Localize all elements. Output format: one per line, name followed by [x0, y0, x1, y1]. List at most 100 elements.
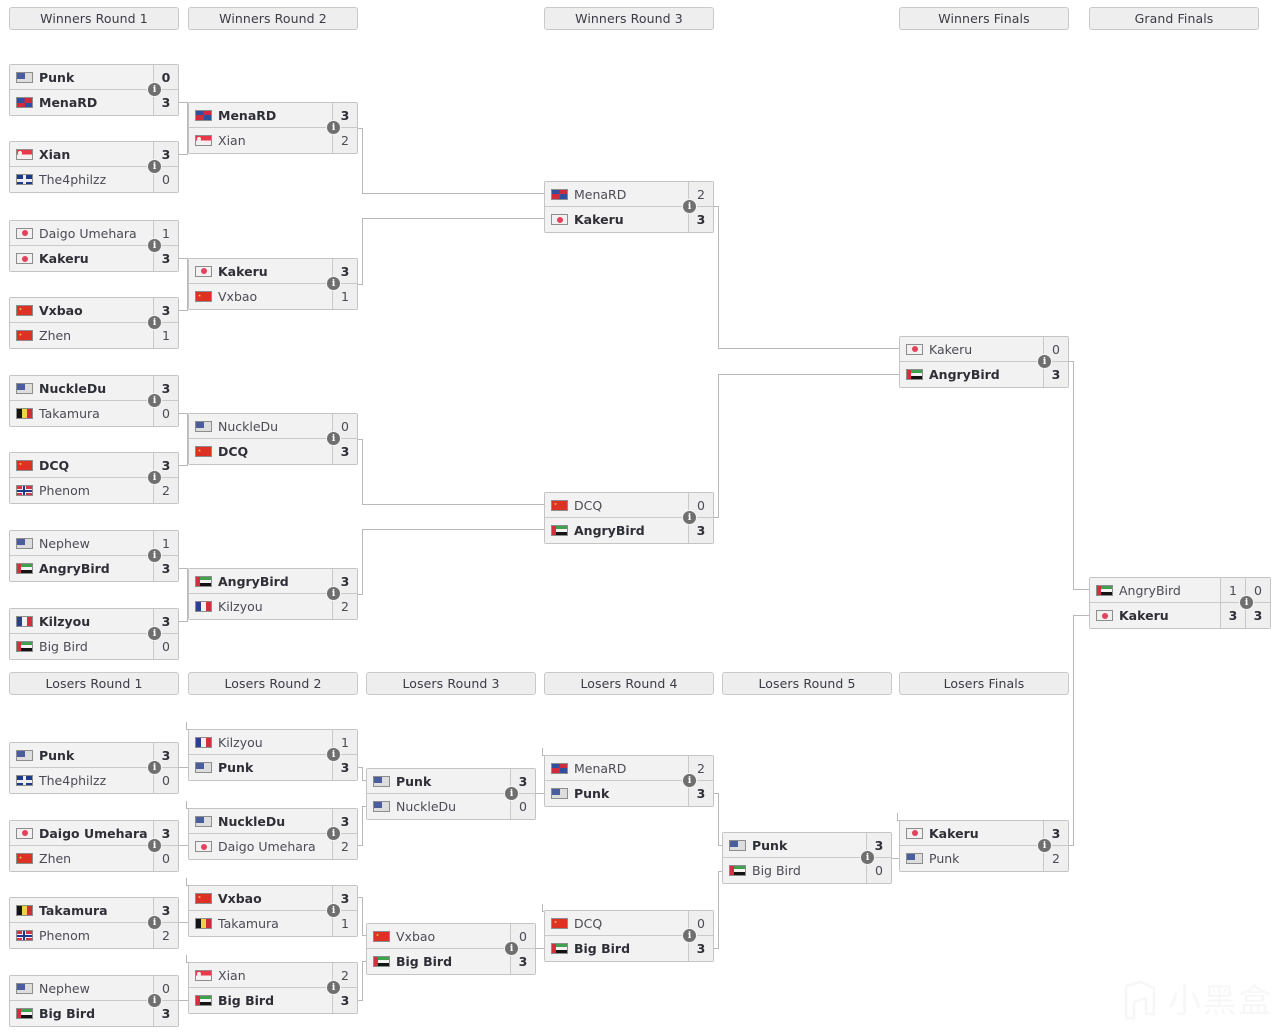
match-lr1-m2[interactable]: Daigo Umehara 3 Zhen 0 i — [9, 820, 179, 872]
match-wr1-m4[interactable]: Vxbao 3 Zhen 1 i — [9, 297, 179, 349]
player-name: DCQ — [218, 444, 249, 459]
player-name-cell: AngryBird — [10, 561, 153, 576]
info-icon[interactable]: i — [148, 761, 161, 774]
info-icon[interactable]: i — [683, 200, 696, 213]
match-lr1-m3[interactable]: Takamura 3 Phenom 2 i — [9, 897, 179, 949]
info-icon[interactable]: i — [327, 748, 340, 761]
match-wr2-m3[interactable]: NuckleDu 0 DCQ 3 i — [188, 413, 358, 465]
player-name-cell: AngryBird — [545, 523, 688, 538]
connector — [178, 465, 188, 466]
info-icon[interactable]: i — [148, 627, 161, 640]
match-wr1-m2[interactable]: Xian 3 The4philzz 0 i — [9, 141, 179, 193]
match-lr1-m1[interactable]: Punk 3 The4philzz 0 i — [9, 742, 179, 794]
round-header-label: Grand Finals — [1134, 11, 1214, 26]
info-icon[interactable]: i — [148, 160, 161, 173]
player-name-cell: Daigo Umehara — [10, 826, 153, 841]
player-name-cell: Vxbao — [10, 303, 153, 318]
player-name: Takamura — [218, 916, 279, 931]
round-header-winners-round-3[interactable]: Winners Round 3 — [544, 7, 714, 30]
match-lr5-m1[interactable]: Punk 3 Big Bird 0 i — [722, 832, 892, 884]
match-wr2-m2[interactable]: Kakeru 3 Vxbao 1 i — [188, 258, 358, 310]
flag-icon-us — [195, 762, 212, 773]
info-icon[interactable]: i — [327, 904, 340, 917]
connector — [718, 871, 719, 948]
flag-icon-gb — [16, 174, 33, 185]
info-icon[interactable]: i — [327, 587, 340, 600]
info-icon[interactable]: i — [148, 549, 161, 562]
info-icon[interactable]: i — [505, 942, 518, 955]
player-name-cell: Daigo Umehara — [10, 226, 153, 241]
info-icon[interactable]: i — [327, 827, 340, 840]
info-icon[interactable]: i — [683, 774, 696, 787]
player-name: MenaRD — [574, 760, 627, 776]
player-name: DCQ — [574, 497, 603, 513]
player-name-cell: Punk — [900, 851, 1043, 866]
round-header-grand-finals[interactable]: Grand Finals — [1089, 7, 1259, 30]
round-header-losers-finals[interactable]: Losers Finals — [899, 672, 1069, 695]
player-name-cell: DCQ — [545, 498, 688, 513]
info-icon[interactable]: i — [327, 121, 340, 134]
match-lr3-m2[interactable]: Vxbao 0 Big Bird 3 i — [366, 923, 536, 975]
match-wr2-m4[interactable]: AngryBird 3 Kilzyou 2 i — [188, 568, 358, 620]
match-wr1-m3[interactable]: Daigo Umehara 1 Kakeru 3 i — [9, 220, 179, 272]
round-header-losers-round-4[interactable]: Losers Round 4 — [544, 672, 714, 695]
info-icon[interactable]: i — [148, 916, 161, 929]
player-name-cell: DCQ — [545, 916, 688, 931]
match-losers-finals[interactable]: Kakeru 3 Punk 2 i — [899, 820, 1069, 872]
round-header-winners-finals[interactable]: Winners Finals — [899, 7, 1069, 30]
match-wr3-m2[interactable]: DCQ 0 AngryBird 3 i — [544, 492, 714, 544]
info-icon[interactable]: i — [1038, 355, 1051, 368]
player-name-cell: NuckleDu — [10, 381, 153, 396]
match-lr2-m4[interactable]: Xian 2 Big Bird 3 i — [188, 962, 358, 1014]
match-lr2-m3[interactable]: Vxbao 3 Takamura 1 i — [188, 885, 358, 937]
match-lr3-m1[interactable]: Punk 3 NuckleDu 0 i — [366, 768, 536, 820]
flag-icon-ae — [729, 865, 746, 876]
info-icon[interactable]: i — [1240, 596, 1253, 609]
player-name: NuckleDu — [218, 418, 279, 434]
round-header-losers-round-5[interactable]: Losers Round 5 — [722, 672, 892, 695]
info-icon[interactable]: i — [327, 432, 340, 445]
flag-icon-us — [729, 839, 746, 851]
match-wr1-m7[interactable]: Nephew 1 AngryBird 3 i — [9, 530, 179, 582]
round-header-winners-round-1[interactable]: Winners Round 1 — [9, 7, 179, 30]
info-icon[interactable]: i — [148, 394, 161, 407]
player-name-cell: Punk — [723, 838, 866, 853]
info-icon[interactable]: i — [1038, 839, 1051, 852]
info-icon[interactable]: i — [327, 981, 340, 994]
round-header-losers-round-1[interactable]: Losers Round 1 — [9, 672, 179, 695]
match-lr1-m4[interactable]: Nephew 0 Big Bird 3 i — [9, 975, 179, 1027]
info-icon[interactable]: i — [683, 929, 696, 942]
player-name: Xian — [39, 146, 71, 162]
match-lr4-m1[interactable]: MenaRD 2 Punk 3 i — [544, 755, 714, 807]
info-icon[interactable]: i — [861, 851, 874, 864]
info-icon[interactable]: i — [327, 277, 340, 290]
match-wr1-m1[interactable]: Punk 0 MenaRD 3 i — [9, 64, 179, 116]
info-icon[interactable]: i — [683, 511, 696, 524]
match-grand-finals[interactable]: AngryBird 1 0 Kakeru 3 3 i — [1089, 577, 1271, 629]
round-header-losers-round-2[interactable]: Losers Round 2 — [188, 672, 358, 695]
info-icon[interactable]: i — [148, 83, 161, 96]
match-winners-finals[interactable]: Kakeru 0 AngryBird 3 i — [899, 336, 1069, 388]
match-wr1-m5[interactable]: NuckleDu 3 Takamura 0 i — [9, 375, 179, 427]
match-lr4-m2[interactable]: DCQ 0 Big Bird 3 i — [544, 910, 714, 962]
player-name: Takamura — [39, 406, 100, 421]
match-wr1-m6[interactable]: DCQ 3 Phenom 2 i — [9, 452, 179, 504]
match-lr2-m2[interactable]: NuckleDu 3 Daigo Umehara 2 i — [188, 808, 358, 860]
info-icon[interactable]: i — [148, 471, 161, 484]
player-name: Punk — [752, 837, 788, 853]
match-wr1-m8[interactable]: Kilzyou 3 Big Bird 0 i — [9, 608, 179, 660]
player-name-cell: Kakeru — [545, 212, 688, 227]
info-icon[interactable]: i — [148, 316, 161, 329]
player-name-cell: Big Bird — [367, 954, 510, 969]
round-header-winners-round-2[interactable]: Winners Round 2 — [188, 7, 358, 30]
player-name: Kilzyou — [39, 613, 91, 629]
info-icon[interactable]: i — [148, 994, 161, 1007]
match-lr2-m1[interactable]: Kilzyou 1 Punk 3 i — [188, 729, 358, 781]
round-header-losers-round-3[interactable]: Losers Round 3 — [366, 672, 536, 695]
info-icon[interactable]: i — [148, 239, 161, 252]
connector — [362, 529, 544, 530]
info-icon[interactable]: i — [505, 787, 518, 800]
info-icon[interactable]: i — [148, 839, 161, 852]
match-wr2-m1[interactable]: MenaRD 3 Xian 2 i — [188, 102, 358, 154]
match-wr3-m1[interactable]: MenaRD 2 Kakeru 3 i — [544, 181, 714, 233]
